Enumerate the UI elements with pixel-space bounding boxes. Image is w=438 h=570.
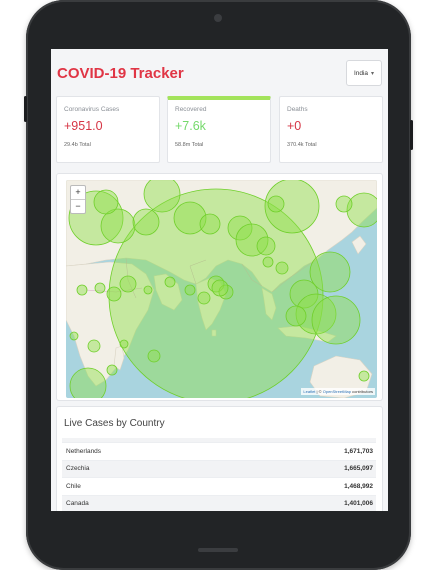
deaths-card[interactable]: Deaths +0 370.4k Total bbox=[279, 96, 383, 163]
power-button bbox=[410, 120, 413, 150]
circle-korea bbox=[335, 195, 353, 213]
cases-card[interactable]: Coronavirus Cases +951.0 29.4b Total bbox=[56, 96, 160, 163]
country-name: Netherlands bbox=[66, 447, 102, 455]
camera-icon bbox=[214, 14, 222, 22]
chevron-down-icon: ▾ bbox=[371, 70, 375, 77]
table-row[interactable]: Netherlands 1,671,703 bbox=[62, 443, 376, 461]
live-cases-panel: Live Cases by Country Netherlands 1,671,… bbox=[56, 406, 383, 511]
circle-thailand bbox=[285, 305, 307, 327]
zoom-out-button[interactable]: − bbox=[71, 199, 85, 213]
cases-value: +951.0 bbox=[64, 119, 103, 133]
circle-kuwait bbox=[164, 276, 176, 288]
circle-japan bbox=[346, 192, 377, 228]
circle-somalia bbox=[143, 285, 153, 295]
osm-link[interactable]: OpenStreetMap bbox=[323, 389, 351, 394]
circle-oman bbox=[184, 284, 196, 296]
leaflet-link[interactable]: Leaflet bbox=[303, 389, 315, 394]
circle-nepal bbox=[262, 256, 274, 268]
home-indicator bbox=[198, 548, 238, 552]
table-row[interactable]: Czechia 1,665,097 bbox=[62, 460, 376, 478]
deaths-value: +0 bbox=[287, 119, 302, 133]
cases-total: 29.4b Total bbox=[64, 142, 91, 148]
circle-kenya bbox=[147, 349, 161, 363]
deaths-label: Deaths bbox=[287, 106, 308, 113]
app-screen: COVID-19 Tracker India ▾ Coronavirus Cas… bbox=[51, 49, 388, 511]
zoom-control: + − bbox=[70, 185, 86, 214]
circle-myanmar bbox=[275, 261, 289, 275]
table-row[interactable]: Chile 1,468,992 bbox=[62, 478, 376, 496]
country-cases: 1,468,992 bbox=[344, 482, 373, 490]
circle-russia bbox=[143, 180, 181, 213]
country-select[interactable]: India ▾ bbox=[346, 60, 382, 86]
recovered-value: +7.6k bbox=[175, 119, 206, 133]
volume-button bbox=[24, 96, 27, 122]
recovered-total: 58.8m Total bbox=[175, 142, 204, 148]
cases-label: Coronavirus Cases bbox=[64, 106, 120, 113]
stat-cards: Coronavirus Cases +951.0 29.4b Total Rec… bbox=[56, 96, 383, 164]
circle-italy bbox=[132, 208, 160, 236]
circle-uk bbox=[93, 189, 119, 215]
circle-srilanka bbox=[211, 279, 229, 297]
circle-indonesia bbox=[311, 295, 361, 345]
live-cases-table[interactable]: Netherlands 1,671,703 Czechia 1,665,097 … bbox=[62, 438, 376, 511]
circle-philippines bbox=[309, 251, 351, 293]
circle-uganda bbox=[119, 339, 129, 349]
map-canvas bbox=[66, 180, 377, 398]
app-title: COVID-19 Tracker bbox=[57, 64, 184, 82]
attribution-separator: | © bbox=[315, 389, 323, 394]
circle-mongolia bbox=[267, 195, 285, 213]
app-header: COVID-19 Tracker India ▾ bbox=[51, 49, 388, 97]
world-map[interactable]: + − Leaflet | © OpenStreetMap contributo… bbox=[66, 180, 377, 398]
circle-egypt bbox=[106, 286, 122, 302]
circle-mali bbox=[69, 331, 79, 341]
country-name: Czechia bbox=[66, 465, 90, 473]
country-cases: 1,665,097 bbox=[344, 465, 373, 473]
circle-iran bbox=[199, 213, 221, 235]
circle-nigeria bbox=[87, 339, 101, 353]
deaths-total: 370.4k Total bbox=[287, 142, 317, 148]
circle-libya bbox=[76, 284, 88, 296]
country-name: Chile bbox=[66, 482, 81, 490]
circle-bangladesh bbox=[256, 236, 276, 256]
live-cases-title: Live Cases by Country bbox=[64, 418, 165, 429]
recovered-label: Recovered bbox=[175, 106, 207, 113]
circle-ethiopia bbox=[119, 275, 137, 293]
map-attribution: Leaflet | © OpenStreetMap contributors bbox=[301, 388, 375, 395]
country-cases: 1,671,703 bbox=[344, 447, 373, 455]
country-cases: 1,401,006 bbox=[344, 500, 373, 508]
recovered-card[interactable]: Recovered +7.6k 58.8m Total bbox=[167, 96, 271, 163]
zoom-in-button[interactable]: + bbox=[71, 186, 85, 199]
map-panel: + − Leaflet | © OpenStreetMap contributo… bbox=[56, 173, 383, 401]
circle-australia bbox=[358, 370, 370, 382]
country-name: Canada bbox=[66, 500, 89, 508]
attribution-end: contributors bbox=[350, 389, 373, 394]
table-row[interactable]: Canada 1,401,006 bbox=[62, 495, 376, 511]
country-select-value: India bbox=[353, 69, 369, 77]
circle-sudan bbox=[94, 282, 106, 294]
circle-uae bbox=[197, 291, 211, 305]
land-japan bbox=[351, 235, 367, 255]
circle-madagascar bbox=[106, 364, 118, 376]
